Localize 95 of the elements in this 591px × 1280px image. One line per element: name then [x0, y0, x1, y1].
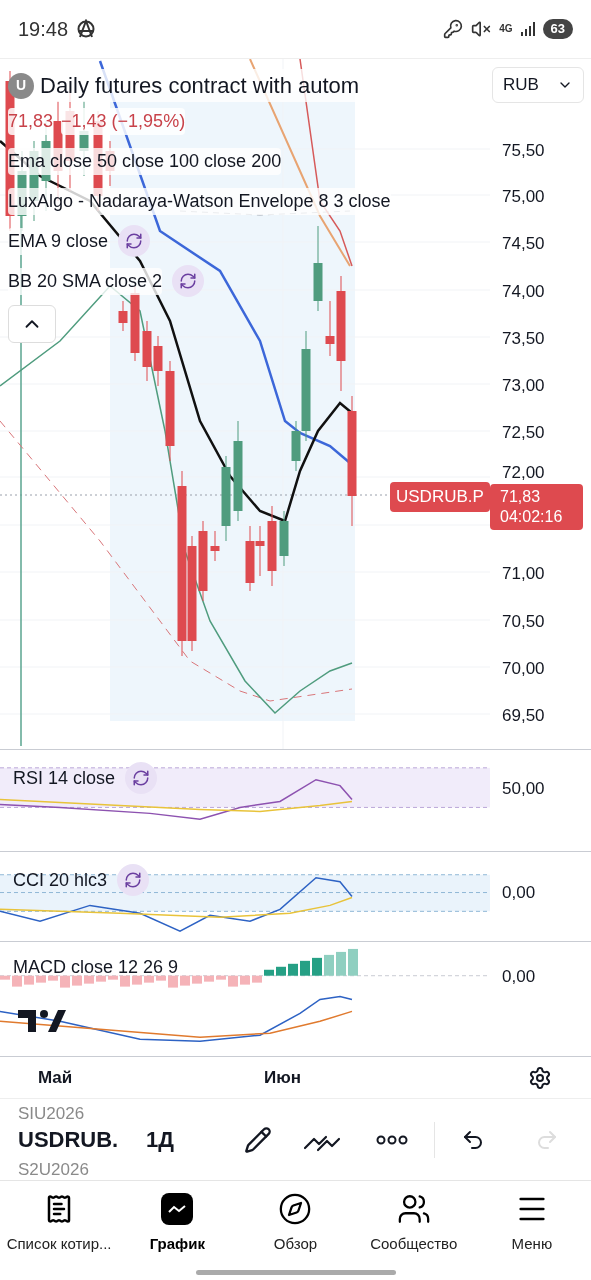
- histogram-bar: [264, 969, 274, 976]
- symbol-option[interactable]: S2U2026: [18, 1160, 136, 1175]
- histogram-bar: [132, 975, 142, 985]
- signal-icon: [520, 22, 535, 36]
- histogram-bar: [96, 975, 106, 982]
- histogram-bar: [36, 975, 46, 983]
- interval-button[interactable]: 1Д: [146, 1123, 174, 1156]
- current-price: 71,83: [500, 487, 542, 507]
- price-axis-label: 75,50: [502, 140, 545, 162]
- histogram-bar: [276, 966, 286, 976]
- pane-axis-label: 0,00: [502, 882, 536, 904]
- histogram-bar: [312, 957, 322, 976]
- candle: [153, 335, 163, 387]
- indicator-label[interactable]: RSI 14 close: [13, 764, 116, 792]
- price-axis-label: 74,00: [502, 281, 545, 303]
- pane-axis-label: 50,00: [502, 778, 545, 800]
- candle: [118, 300, 128, 332]
- price-change: −1,43 (−1,95%): [61, 108, 186, 135]
- price-axis-label: 74,50: [502, 233, 545, 255]
- price-axis-label: 70,00: [502, 658, 545, 680]
- currency-dropdown[interactable]: RUB: [492, 67, 584, 103]
- people-icon: [396, 1192, 431, 1226]
- price-axis-label: 72,00: [502, 462, 545, 484]
- mute-icon: [471, 19, 492, 39]
- indicator-label[interactable]: BB 20 SMA close 2: [8, 267, 163, 295]
- symbol-price-tag: USDRUB.P: [390, 482, 490, 512]
- histogram-bar: [72, 975, 82, 986]
- indicator-label[interactable]: CCI 20 hlc3: [13, 866, 108, 894]
- key-icon: [443, 19, 464, 39]
- histogram-bar: [228, 975, 238, 987]
- pane-axis-label: 0,00: [502, 966, 536, 988]
- time-axis-label: Июн: [264, 1066, 301, 1089]
- symbol-selector[interactable]: USDRUB.: [18, 1128, 136, 1151]
- nav-tab[interactable]: Сообщество: [354, 1191, 473, 1262]
- histogram-bar: [48, 975, 58, 981]
- histogram-bar: [60, 975, 70, 988]
- indicator-label[interactable]: MACD close 12 26 9: [13, 954, 179, 981]
- histogram-bar: [108, 975, 118, 980]
- more-button[interactable]: [375, 1134, 408, 1145]
- histogram-bar: [216, 975, 226, 980]
- compass-icon: [278, 1192, 313, 1226]
- price-axis-label: 71,00: [502, 563, 545, 585]
- network-label: 4G: [499, 24, 513, 34]
- histogram-bar: [84, 975, 94, 984]
- tradingview-logo: [18, 1010, 66, 1032]
- anarchy-icon: [76, 19, 97, 39]
- indicator-label[interactable]: Ema close 50 close 100 close 200: [8, 147, 282, 175]
- refresh-icon[interactable]: [117, 864, 150, 896]
- histogram-bar: [192, 975, 202, 984]
- histogram-bar: [348, 948, 358, 976]
- refresh-icon[interactable]: [125, 762, 158, 794]
- candle: [279, 510, 289, 567]
- nav-tab[interactable]: Меню: [472, 1191, 591, 1262]
- symbol-option[interactable]: SIU2026: [18, 1104, 136, 1119]
- symbol-title: Daily futures contract with autom: [40, 69, 360, 102]
- settings-icon[interactable]: [528, 1065, 552, 1090]
- histogram-bar: [0, 975, 10, 980]
- candle: [255, 525, 265, 577]
- status-time: 19:48: [18, 17, 69, 42]
- histogram-bar: [324, 954, 334, 976]
- last-price: 71,83: [8, 108, 54, 135]
- histogram-bar: [12, 975, 22, 987]
- pencil-icon: [243, 1125, 272, 1154]
- histogram-bar: [204, 975, 214, 982]
- candle: [245, 525, 255, 592]
- histogram-bar: [144, 975, 154, 983]
- histogram-bar: [252, 975, 262, 983]
- histogram-bar: [180, 975, 190, 986]
- histogram-bar: [288, 963, 298, 976]
- price-axis-label: 70,50: [502, 611, 545, 633]
- histogram-bar: [336, 951, 346, 976]
- price-axis-label: 73,50: [502, 328, 545, 350]
- price-axis-label: 75,00: [502, 186, 545, 208]
- battery-indicator: 63: [542, 19, 573, 39]
- more-icon: [375, 1134, 408, 1145]
- chart-icon: [161, 1193, 194, 1225]
- time-axis-label: Май: [38, 1066, 73, 1089]
- indicator-label[interactable]: EMA 9 close: [8, 227, 109, 255]
- bar-countdown: 04:02:16: [500, 507, 564, 527]
- draw-tool-button[interactable]: [243, 1125, 272, 1154]
- symbol-logo: U: [8, 72, 34, 99]
- nav-tab[interactable]: График: [118, 1191, 237, 1262]
- price-axis-label: 73,00: [502, 375, 545, 397]
- histogram-bar: [300, 960, 310, 976]
- histogram-bar: [156, 975, 166, 981]
- nav-tab[interactable]: Обзор: [236, 1191, 355, 1262]
- nav-tab[interactable]: Список котир...: [0, 1191, 119, 1262]
- histogram-bar: [24, 975, 34, 985]
- price-axis-label: 69,50: [502, 705, 545, 727]
- price-axis-label: 72,50: [502, 422, 545, 444]
- candle: [142, 320, 152, 382]
- histogram-bar: [240, 975, 250, 985]
- indicator-label[interactable]: LuxAlgo - Nadaraya-Watson Envelope 8 3 close: [8, 187, 391, 215]
- histogram-bar: [120, 975, 130, 987]
- histogram-bar: [168, 975, 178, 988]
